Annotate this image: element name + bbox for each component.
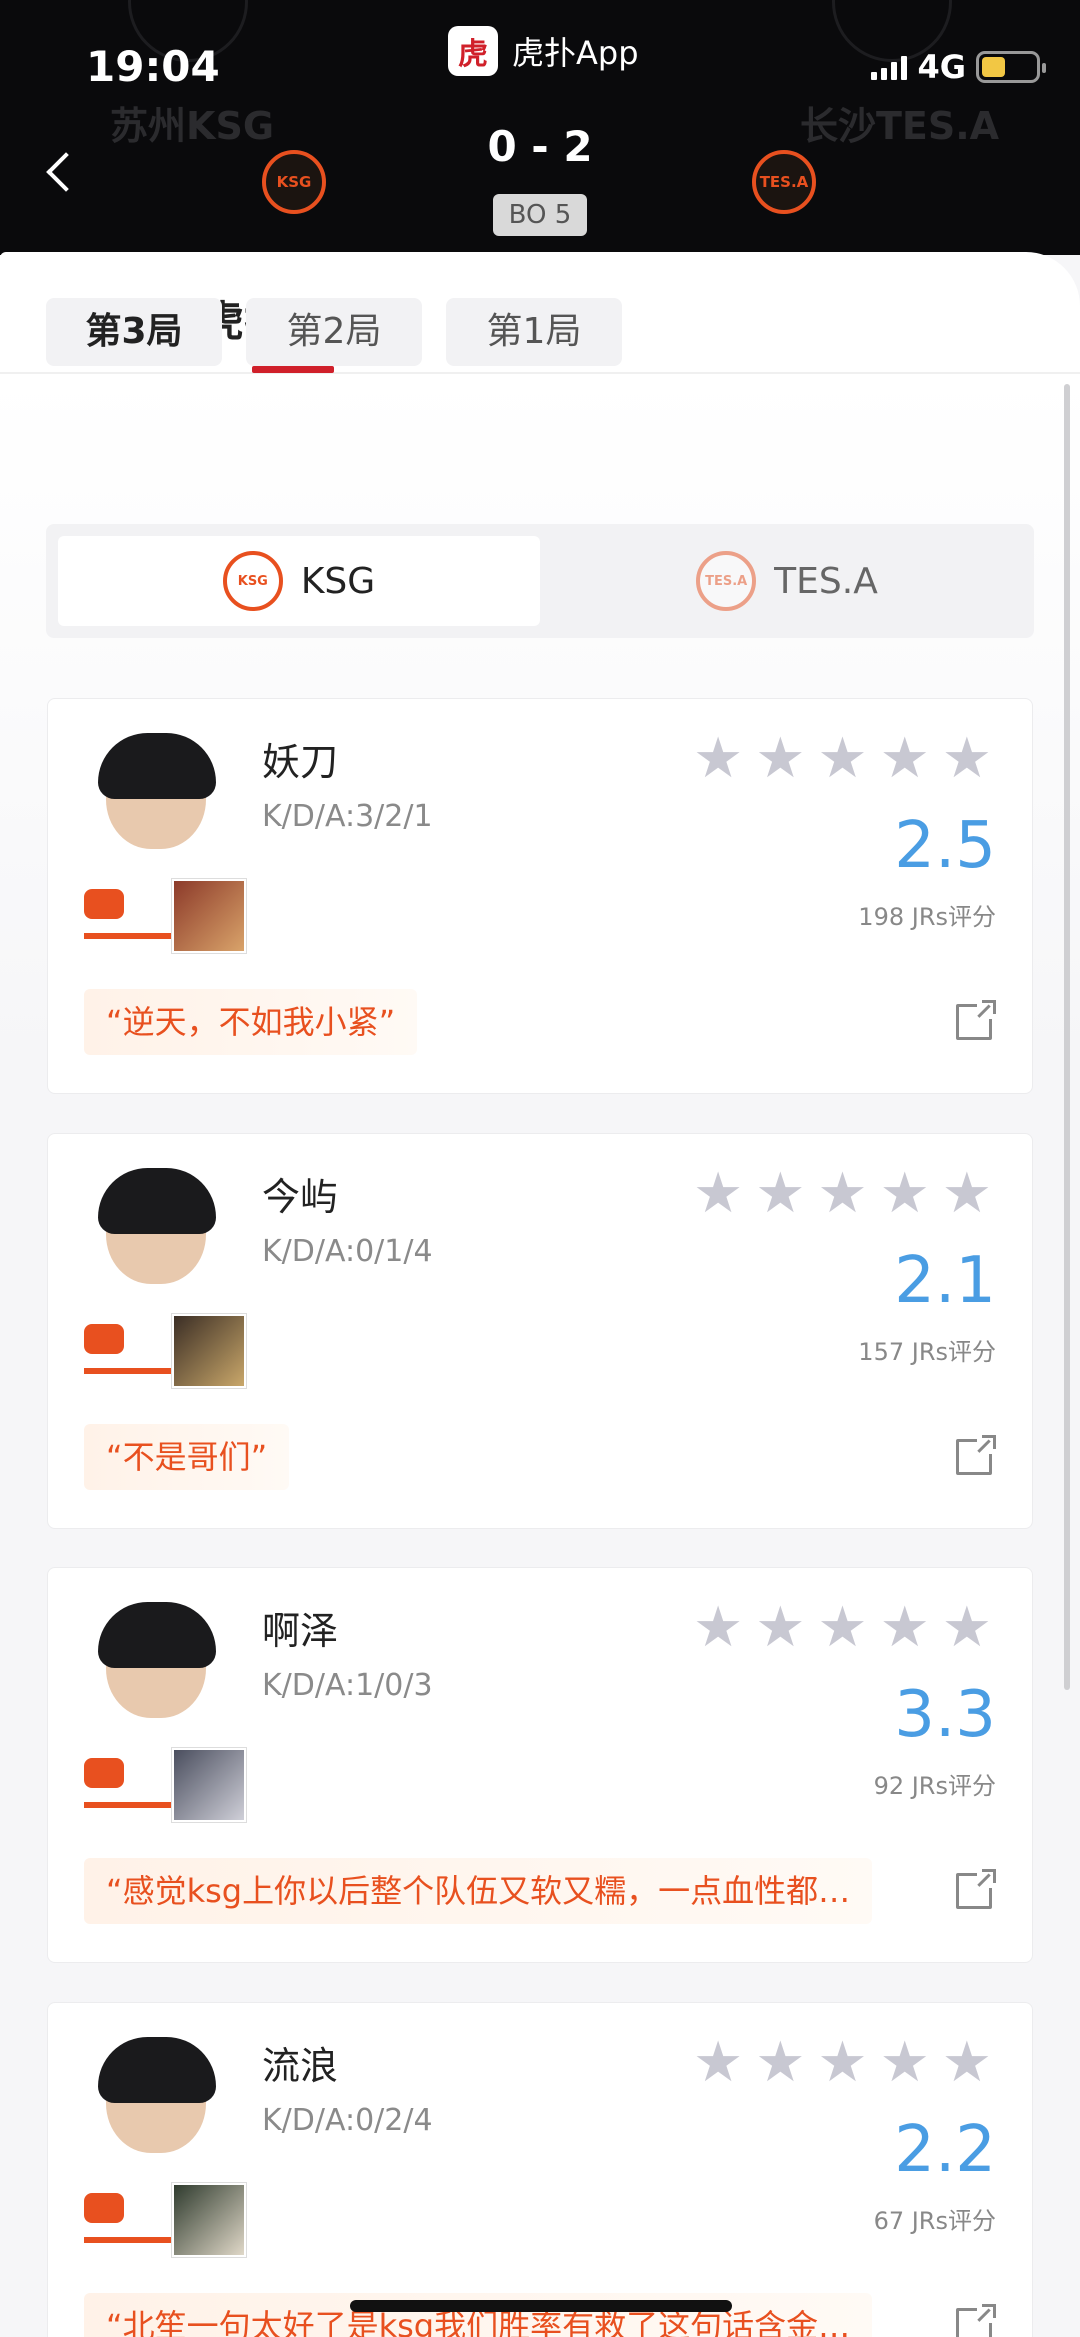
average-rating: 2.2 — [894, 2113, 996, 2187]
star-icon[interactable]: ★ — [755, 731, 805, 787]
player-kda: K/D/A:1/0/3 — [262, 1668, 433, 1703]
player-kda: K/D/A:0/2/4 — [262, 2103, 433, 2138]
game-tab-2[interactable]: 第2局 — [246, 298, 422, 366]
hero-icon — [172, 1748, 246, 1822]
star-rating-input[interactable]: ★ ★ ★ ★ ★ — [693, 731, 992, 787]
star-icon[interactable]: ★ — [942, 1600, 992, 1656]
share-arrow-icon — [982, 1869, 996, 1883]
player-kda: K/D/A:0/1/4 — [262, 1234, 433, 1269]
team-option-label: KSG — [300, 560, 376, 602]
star-icon[interactable]: ★ — [942, 2035, 992, 2091]
match-format-badge: BO 5 — [493, 194, 587, 236]
star-rating-input[interactable]: ★ ★ ★ ★ ★ — [693, 1600, 992, 1656]
star-icon[interactable]: ★ — [880, 731, 930, 787]
star-icon[interactable]: ★ — [817, 1166, 867, 1222]
screen: 苏州KSG 长沙TES.A 19:04 虎 虎扑App 4G KSG TES.A… — [0, 0, 1080, 2337]
status-indicators: 4G — [871, 48, 1046, 86]
game-tab-1[interactable]: 第1局 — [446, 298, 622, 366]
star-icon[interactable]: ★ — [880, 1166, 930, 1222]
star-icon[interactable]: ★ — [880, 1600, 930, 1656]
average-rating: 2.1 — [894, 1244, 996, 1318]
home-indicator[interactable] — [350, 2300, 732, 2312]
app-indicator[interactable]: 虎 虎扑App — [448, 26, 639, 76]
rating-count: 92 JRs评分 — [873, 1772, 996, 1800]
top-comment[interactable]: “不是哥们” — [84, 1424, 290, 1490]
game-tab-3[interactable]: 第3局 — [46, 298, 222, 366]
hero-icon — [172, 1314, 246, 1388]
player-card[interactable]: 啊泽 K/D/A:1/0/3 ★ ★ ★ ★ ★ 3.3 92 JRs评分 “感觉ksg… — [47, 1567, 1033, 1963]
average-rating: 3.3 — [894, 1678, 996, 1752]
star-rating-input[interactable]: ★ ★ ★ ★ ★ — [693, 2035, 992, 2091]
rating-count: 67 JRs评分 — [873, 2207, 996, 2235]
star-icon[interactable]: ★ — [880, 2035, 930, 2091]
share-arrow-icon — [982, 1435, 996, 1449]
hero-icon — [172, 879, 246, 953]
player-card[interactable]: 妖刀 K/D/A:3/2/1 ★ ★ ★ ★ ★ 2.5 198 JRs评分 “逆天，不… — [47, 698, 1033, 1094]
app-name: 虎扑App — [512, 34, 639, 72]
player-name: 啊泽 — [262, 1609, 339, 1653]
player-card[interactable]: 今屿 K/D/A:0/1/4 ★ ★ ★ ★ ★ 2.1 157 JRs评分 “不是哥们… — [47, 1133, 1033, 1529]
player-name: 流浪 — [262, 2044, 339, 2088]
rating-count: 157 JRs评分 — [858, 1338, 996, 1366]
star-icon[interactable]: ★ — [755, 2035, 805, 2091]
team-option-tesa[interactable]: TES.A TES.A — [546, 536, 1028, 626]
star-icon[interactable]: ★ — [817, 1600, 867, 1656]
match-score: 0 - 2 — [487, 122, 593, 171]
star-icon[interactable]: ★ — [693, 1166, 743, 1222]
player-name: 妖刀 — [262, 740, 339, 784]
star-icon[interactable]: ★ — [693, 731, 743, 787]
star-icon[interactable]: ★ — [942, 731, 992, 787]
star-rating-input[interactable]: ★ ★ ★ ★ ★ — [693, 1166, 992, 1222]
network-type: 4G — [917, 48, 966, 86]
game-selector: 第3局 第2局 第1局 — [46, 298, 622, 366]
tesa-logo-icon: TES.A — [696, 551, 757, 611]
top-comment[interactable]: “逆天，不如我小紧” — [84, 989, 418, 1055]
star-icon[interactable]: ★ — [817, 2035, 867, 2091]
hupu-logo-icon: 虎 — [448, 26, 498, 76]
player-kda: K/D/A:3/2/1 — [262, 799, 433, 834]
team-switcher: KSG KSG TES.A TES.A — [46, 524, 1034, 638]
match-header: 苏州KSG 长沙TES.A 19:04 虎 虎扑App 4G KSG TES.A… — [0, 0, 1080, 255]
battery-icon — [976, 51, 1046, 83]
player-name: 今屿 — [262, 1175, 339, 1219]
active-tab-indicator — [252, 366, 334, 373]
status-time: 19:04 — [86, 42, 220, 91]
signal-icon — [871, 54, 908, 80]
star-icon[interactable]: ★ — [942, 1166, 992, 1222]
player-card[interactable]: 流浪 K/D/A:0/2/4 ★ ★ ★ ★ ★ 2.2 67 JRs评分 “北笙一句太… — [47, 2002, 1033, 2337]
share-arrow-icon — [982, 2304, 996, 2318]
hero-icon — [172, 2183, 246, 2257]
ksg-logo-icon: KSG — [222, 551, 283, 611]
star-icon[interactable]: ★ — [755, 1166, 805, 1222]
top-comment[interactable]: “感觉ksg上你以后整个队伍又软又糯，一点血性都… — [84, 1858, 873, 1924]
scrollbar[interactable] — [1064, 384, 1070, 1690]
star-icon[interactable]: ★ — [693, 2035, 743, 2091]
average-rating: 2.5 — [894, 809, 996, 883]
rating-count: 198 JRs评分 — [858, 903, 996, 931]
share-arrow-icon — [982, 1000, 996, 1014]
star-icon[interactable]: ★ — [755, 1600, 805, 1656]
team-option-ksg[interactable]: KSG KSG — [58, 536, 540, 626]
star-icon[interactable]: ★ — [693, 1600, 743, 1656]
star-icon[interactable]: ★ — [817, 731, 867, 787]
team-option-label: TES.A — [774, 560, 878, 602]
